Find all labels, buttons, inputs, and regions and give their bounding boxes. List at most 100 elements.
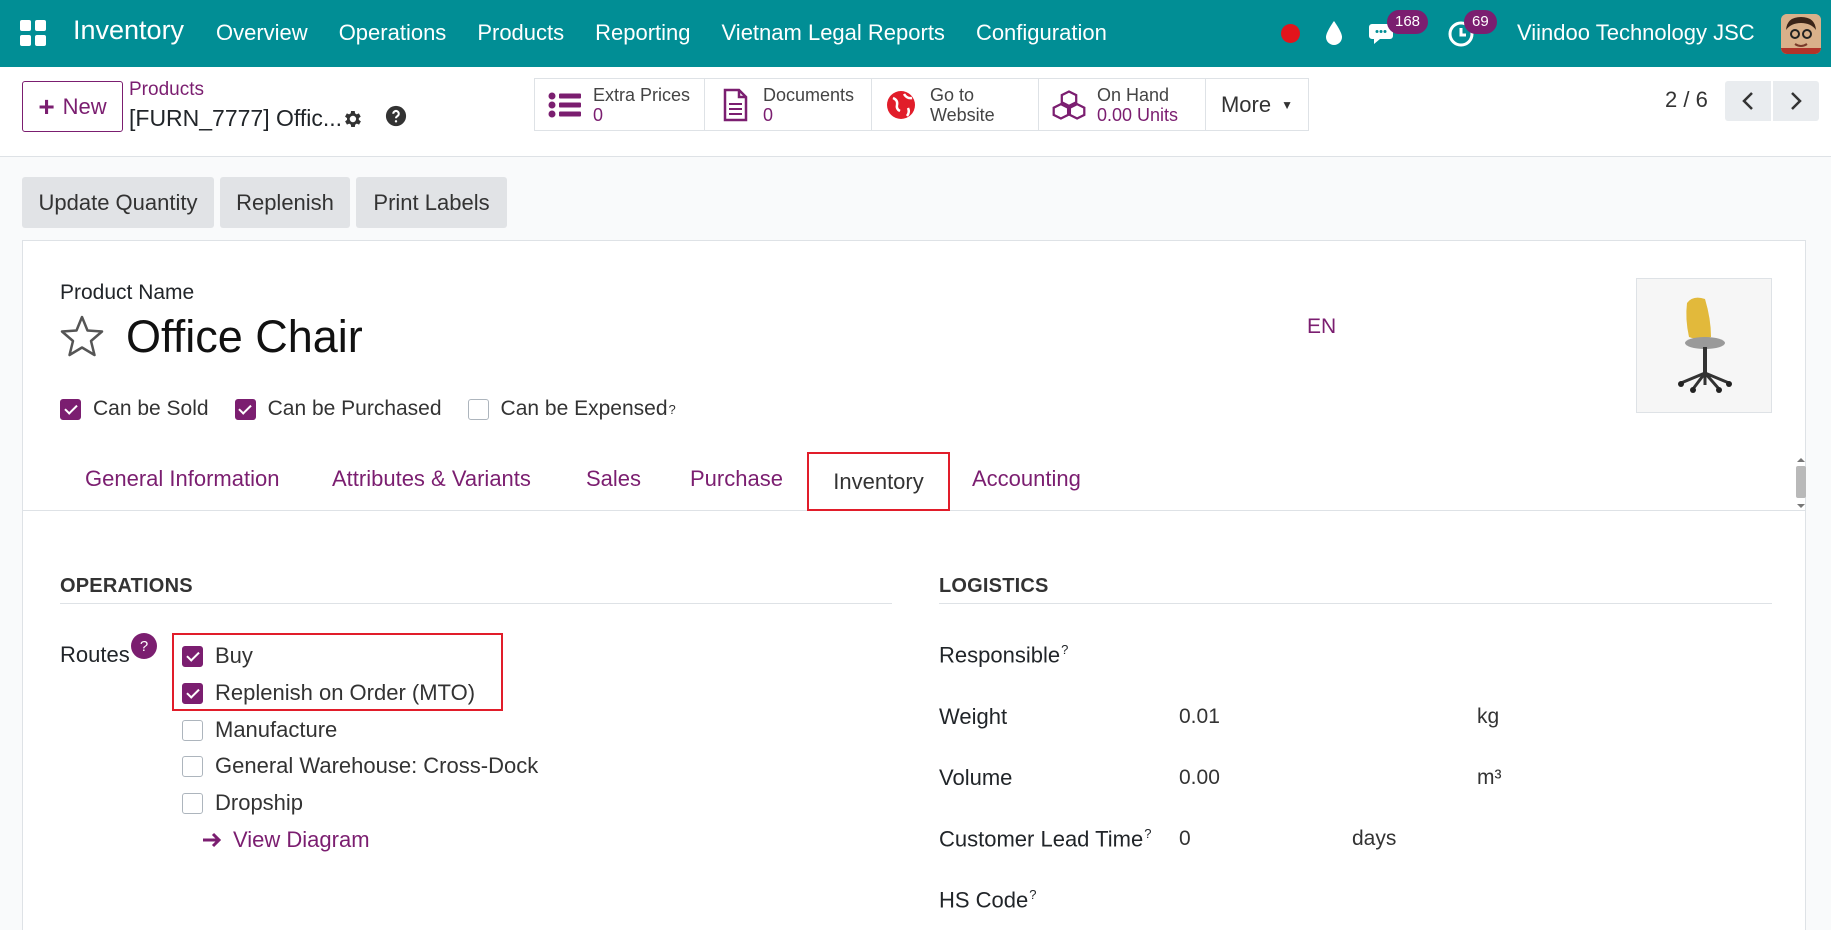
responsible-label: Responsible xyxy=(939,642,1061,668)
apps-menu-icon[interactable] xyxy=(20,20,46,46)
menu-vietnam-legal-reports[interactable]: Vietnam Legal Reports xyxy=(722,20,945,46)
gear-icon[interactable] xyxy=(341,108,363,130)
record-name: [FURN_7777] Offic... xyxy=(129,105,343,131)
can-be-expensed-checkbox[interactable]: Can be Expensed? xyxy=(467,397,676,421)
star-icon[interactable] xyxy=(59,314,105,358)
menu-products[interactable]: Products xyxy=(477,20,564,46)
form-sheet: Product Name Office Chair EN Can be Sold… xyxy=(22,240,1806,930)
tab-purchase[interactable]: Purchase xyxy=(690,466,783,492)
website-label-line2: Website xyxy=(930,104,995,125)
logistics-section-title: LOGISTICS xyxy=(939,575,1049,597)
scroll-up-icon xyxy=(1797,458,1805,462)
activities-badge: 69 xyxy=(1464,10,1497,34)
go-to-website-button[interactable]: Go to Website xyxy=(872,79,1039,130)
tabs-scrollbar[interactable] xyxy=(1794,456,1808,510)
menu-operations[interactable]: Operations xyxy=(339,20,447,46)
customer-lead-time-input[interactable]: 0 xyxy=(1179,827,1191,851)
new-button-label: New xyxy=(62,93,107,119)
help-tooltip-marker[interactable]: ? xyxy=(1029,887,1036,902)
pager-next-button[interactable] xyxy=(1773,81,1819,121)
language-button[interactable]: EN xyxy=(1307,315,1336,339)
pager-previous-button[interactable] xyxy=(1725,81,1771,121)
new-button[interactable]: + New xyxy=(22,81,123,132)
tab-inventory[interactable]: Inventory xyxy=(807,452,950,511)
weight-input[interactable]: 0.01 xyxy=(1179,705,1220,729)
route-dropship-checkbox[interactable]: Dropship xyxy=(182,790,303,816)
pager-value[interactable]: 2 / 6 xyxy=(1665,87,1708,113)
messages-badge: 168 xyxy=(1387,10,1429,34)
route-cross-dock-checkbox[interactable]: General Warehouse: Cross-Dock xyxy=(182,753,538,779)
checkbox-unchecked-icon xyxy=(182,719,203,741)
routes-help-icon[interactable]: ? xyxy=(131,633,157,659)
route-manufacture-checkbox[interactable]: Manufacture xyxy=(182,717,337,743)
view-diagram-link[interactable]: View Diagram xyxy=(201,827,370,853)
product-image[interactable] xyxy=(1636,278,1772,413)
breadcrumb-products[interactable]: Products xyxy=(129,79,204,101)
can-be-sold-checkbox[interactable]: Can be Sold xyxy=(60,397,209,421)
customer-lead-time-field: Customer Lead Time? xyxy=(939,826,1151,852)
hs-code-field: HS Code? xyxy=(939,887,1037,913)
product-name-input[interactable]: Office Chair xyxy=(126,311,363,363)
extra-prices-value: 0 xyxy=(593,104,604,125)
scrollbar-thumb[interactable] xyxy=(1796,466,1806,498)
list-icon xyxy=(548,92,581,117)
print-labels-button[interactable]: Print Labels xyxy=(356,177,507,228)
routes-highlight-box xyxy=(172,633,503,711)
on-hand-button[interactable]: On Hand 0.00 Units xyxy=(1039,79,1206,130)
weight-unit: kg xyxy=(1477,705,1500,728)
checkbox-checked-icon xyxy=(60,398,81,420)
more-dropdown[interactable]: More ▼ xyxy=(1206,79,1308,130)
route-cross-dock-label: General Warehouse: Cross-Dock xyxy=(215,753,539,778)
tab-sales[interactable]: Sales xyxy=(586,466,641,492)
volume-input[interactable]: 0.00 xyxy=(1179,766,1220,790)
control-panel: + New Products [FURN_7777] Offic... Extr… xyxy=(0,67,1831,157)
smart-buttons: Extra Prices 0 Documents 0 Go to Website… xyxy=(534,78,1309,131)
main-menu: Overview Operations Products Reporting V… xyxy=(216,20,1138,46)
documents-button[interactable]: Documents 0 xyxy=(705,79,872,130)
hs-code-label: HS Code xyxy=(939,887,1029,913)
top-navbar: Inventory Overview Operations Products R… xyxy=(0,0,1831,67)
droplet-icon[interactable] xyxy=(1323,19,1345,47)
help-tooltip-marker[interactable]: ? xyxy=(669,402,676,417)
can-be-expensed-label: Can be Expensed xyxy=(500,397,668,420)
question-circle-icon[interactable] xyxy=(385,105,407,127)
routes-label: Routes xyxy=(60,642,130,667)
extra-prices-label: Extra Prices xyxy=(593,84,691,105)
can-be-purchased-checkbox[interactable]: Can be Purchased xyxy=(234,397,442,421)
tab-general-information[interactable]: General Information xyxy=(85,466,279,492)
plus-icon: + xyxy=(38,90,55,122)
record-indicator-icon[interactable] xyxy=(1281,24,1300,43)
user-avatar[interactable] xyxy=(1781,14,1821,54)
checkbox-unchecked-icon xyxy=(467,398,489,420)
office-chair-image xyxy=(1678,297,1732,393)
replenish-button[interactable]: Replenish xyxy=(220,177,350,228)
help-tooltip-marker[interactable]: ? xyxy=(1144,826,1151,841)
documents-label: Documents xyxy=(763,84,855,105)
responsible-field: Responsible? xyxy=(939,642,1068,668)
product-flags: Can be Sold Can be Purchased Can be Expe… xyxy=(60,397,702,421)
chevron-right-icon xyxy=(1791,92,1802,110)
volume-label: Volume xyxy=(939,765,1013,790)
menu-reporting[interactable]: Reporting xyxy=(595,20,690,46)
menu-overview[interactable]: Overview xyxy=(216,20,308,46)
menu-configuration[interactable]: Configuration xyxy=(976,20,1107,46)
checkbox-unchecked-icon xyxy=(182,792,203,814)
tab-attributes-variants[interactable]: Attributes & Variants xyxy=(332,466,531,492)
on-hand-value: 0.00 Units xyxy=(1097,104,1179,125)
caret-down-icon: ▼ xyxy=(1281,97,1293,112)
avatar-face-icon xyxy=(1781,14,1821,54)
checkbox-checked-icon xyxy=(234,398,256,420)
extra-prices-button[interactable]: Extra Prices 0 xyxy=(535,79,705,130)
product-name-label: Product Name xyxy=(60,281,195,304)
route-manufacture-label: Manufacture xyxy=(215,717,338,742)
document-icon xyxy=(723,88,748,121)
tab-accounting[interactable]: Accounting xyxy=(972,466,1081,492)
weight-label: Weight xyxy=(939,704,1008,729)
operations-divider xyxy=(60,603,892,604)
logistics-divider xyxy=(939,603,1772,604)
help-tooltip-marker[interactable]: ? xyxy=(1061,642,1068,657)
company-switcher[interactable]: Viindoo Technology JSC xyxy=(1517,20,1755,46)
update-quantity-button[interactable]: Update Quantity xyxy=(22,177,214,228)
app-name[interactable]: Inventory xyxy=(73,15,184,46)
cubes-icon xyxy=(1052,89,1086,120)
